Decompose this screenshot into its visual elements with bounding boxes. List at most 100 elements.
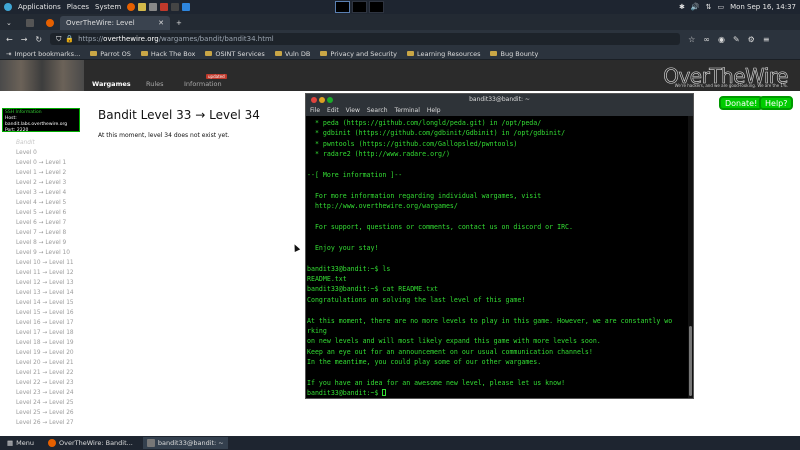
nav-information[interactable]: Information: [184, 80, 222, 88]
battery-icon[interactable]: ▭: [717, 3, 724, 11]
level-link[interactable]: Level 14 → Level 15: [16, 298, 96, 308]
clock[interactable]: Mon Sep 16, 14:37: [730, 3, 796, 11]
bookmark-privacy[interactable]: Privacy and Security: [320, 50, 397, 58]
bookmark-import[interactable]: ⇥ Import bookmarks...: [6, 50, 80, 58]
account-icon[interactable]: ◉: [718, 35, 725, 44]
menu-applications[interactable]: Applications: [18, 3, 61, 11]
scrollbar-thumb[interactable]: [689, 326, 692, 396]
extensions-icon[interactable]: ⚙: [748, 35, 755, 44]
files-launcher-icon[interactable]: [138, 3, 147, 11]
vscode-launcher-icon[interactable]: [182, 3, 191, 11]
tab-pinned[interactable]: [20, 16, 40, 30]
close-tab-icon[interactable]: ✕: [158, 19, 164, 27]
workspace-switcher[interactable]: [335, 1, 384, 13]
terminal-window[interactable]: bandit33@bandit: ~ File Edit View Search…: [305, 93, 694, 399]
level-link[interactable]: Level 19 → Level 20: [16, 348, 96, 358]
shield-icon[interactable]: ⛉: [56, 35, 61, 44]
workspace-2[interactable]: [352, 1, 367, 13]
level-link[interactable]: Level 26 → Level 27: [16, 418, 96, 428]
level-link[interactable]: Level 23 → Level 24: [16, 388, 96, 398]
tab-firefox[interactable]: [40, 16, 60, 30]
level-link[interactable]: Level 18 → Level 19: [16, 338, 96, 348]
level-link[interactable]: Level 11 → Level 12: [16, 268, 96, 278]
level-link[interactable]: Level 0 → Level 1: [16, 158, 96, 168]
terminal-scrollbar[interactable]: [688, 116, 693, 398]
volume-icon[interactable]: 🔊: [691, 3, 700, 11]
workspace-3[interactable]: [369, 1, 384, 13]
nav-rules[interactable]: Rules: [146, 80, 164, 88]
bookmark-star-icon[interactable]: ☆: [688, 35, 695, 44]
browser-tabbar: ⌄ OverTheWire: Level ✕ +: [0, 14, 800, 30]
ssh-info-box: SSH Information Host: bandit.labs.overth…: [2, 108, 80, 133]
forward-icon[interactable]: →: [21, 35, 28, 44]
close-window-icon[interactable]: [311, 97, 317, 103]
level-link[interactable]: Level 8 → Level 9: [16, 238, 96, 248]
app2-launcher-icon[interactable]: [171, 3, 180, 11]
terminal-prompt-line[interactable]: bandit33@bandit:~$: [307, 388, 687, 398]
network-icon[interactable]: ⇅: [706, 3, 712, 11]
url-bar[interactable]: ⛉ 🔒 https://overthewire.org/wargames/ban…: [50, 33, 681, 45]
new-tab-button[interactable]: +: [170, 16, 188, 30]
bookmark-bug-bounty[interactable]: Bug Bounty: [490, 50, 538, 58]
tab-overthewire[interactable]: OverTheWire: Level ✕: [60, 16, 170, 30]
level-link[interactable]: Level 25 → Level 26: [16, 408, 96, 418]
bookmark-vuln-db[interactable]: Vuln DB: [274, 50, 310, 58]
level-link[interactable]: Level 17 → Level 18: [16, 328, 96, 338]
terminal-output[interactable]: * peda (https://github.com/longld/peda.g…: [306, 116, 687, 398]
maximize-window-icon[interactable]: [327, 97, 333, 103]
level-link[interactable]: Level 12 → Level 13: [16, 278, 96, 288]
taskbar-menu-button[interactable]: ▦ Menu: [3, 437, 38, 449]
level-link[interactable]: Level 4 → Level 5: [16, 198, 96, 208]
level-link[interactable]: Level 20 → Level 21: [16, 358, 96, 368]
level-link[interactable]: Level 0: [16, 148, 96, 158]
page-title: Bandit Level 33 → Level 34: [98, 108, 260, 122]
terminal-line: rking: [307, 327, 327, 336]
level-link[interactable]: Level 22 → Level 23: [16, 378, 96, 388]
terminal-menu-file[interactable]: File: [310, 107, 320, 114]
menu-places[interactable]: Places: [67, 3, 89, 11]
bookmark-osint[interactable]: OSINT Services: [205, 50, 265, 58]
level-link[interactable]: Level 1 → Level 2: [16, 168, 96, 178]
level-link[interactable]: Level 24 → Level 25: [16, 398, 96, 408]
taskbar-item-firefox[interactable]: OverTheWire: Bandit...: [44, 437, 137, 449]
help-button[interactable]: Help?: [759, 96, 794, 110]
back-icon[interactable]: ←: [6, 35, 13, 44]
donate-button[interactable]: Donate!: [719, 96, 764, 110]
workspace-1[interactable]: [335, 1, 350, 13]
lock-icon[interactable]: 🔒: [65, 35, 74, 43]
level-link[interactable]: Level 6 → Level 7: [16, 218, 96, 228]
firefox-launcher-icon[interactable]: [127, 3, 136, 11]
tab-list-button[interactable]: ⌄: [0, 16, 20, 30]
reload-icon[interactable]: ↻: [35, 35, 42, 44]
parrot-logo-icon[interactable]: [4, 3, 12, 11]
terminal-menu-terminal[interactable]: Terminal: [395, 107, 420, 114]
app-launcher-icon[interactable]: [160, 3, 169, 11]
bookmark-hack-the-box[interactable]: Hack The Box: [140, 50, 195, 58]
level-link[interactable]: Level 2 → Level 3: [16, 178, 96, 188]
menu-system[interactable]: System: [95, 3, 121, 11]
level-link[interactable]: Level 13 → Level 14: [16, 288, 96, 298]
terminal-titlebar[interactable]: bandit33@bandit: ~: [306, 94, 693, 105]
level-link[interactable]: Level 9 → Level 10: [16, 248, 96, 258]
taskbar-item-terminal[interactable]: bandit33@bandit: ~: [142, 437, 228, 449]
bookmark-learning[interactable]: Learning Resources: [407, 50, 480, 58]
terminal-launcher-icon[interactable]: [149, 3, 158, 11]
level-link[interactable]: Level 7 → Level 8: [16, 228, 96, 238]
bookmark-parrot-os[interactable]: Parrot OS: [90, 50, 131, 58]
tools-icon[interactable]: ✎: [733, 35, 740, 44]
terminal-menu-help[interactable]: Help: [427, 107, 441, 114]
nav-wargames[interactable]: Wargames: [92, 80, 131, 88]
overflow-menu-icon[interactable]: ≡: [763, 35, 770, 44]
level-link[interactable]: Level 5 → Level 6: [16, 208, 96, 218]
extension-icon[interactable]: ∞: [703, 35, 710, 44]
terminal-menu-edit[interactable]: Edit: [327, 107, 339, 114]
level-link[interactable]: Level 16 → Level 17: [16, 318, 96, 328]
level-link[interactable]: Level 21 → Level 22: [16, 368, 96, 378]
terminal-menu-search[interactable]: Search: [367, 107, 388, 114]
minimize-window-icon[interactable]: [319, 97, 325, 103]
terminal-menu-view[interactable]: View: [346, 107, 360, 114]
level-link[interactable]: Level 3 → Level 4: [16, 188, 96, 198]
level-link[interactable]: Level 15 → Level 16: [16, 308, 96, 318]
bluetooth-icon[interactable]: ✱: [679, 3, 685, 11]
level-link[interactable]: Level 10 → Level 11: [16, 258, 96, 268]
